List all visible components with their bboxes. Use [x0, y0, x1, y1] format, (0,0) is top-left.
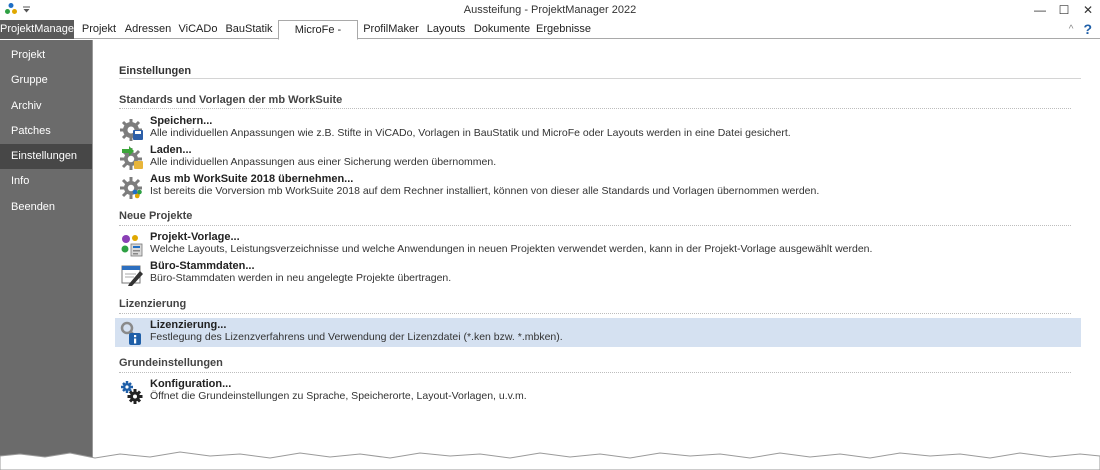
sidebar-item-projekt[interactable]: Projekt — [0, 43, 92, 68]
entry-description: Ist bereits die Vorversion mb WorkSuite … — [150, 185, 820, 197]
tab-microfe-eurosta[interactable]: MicroFe - EuroSta — [278, 20, 358, 54]
tab-vicado[interactable]: ViCADo — [176, 20, 220, 39]
sidebar-item-einstellungen[interactable]: Einstellungen — [0, 144, 92, 170]
page-title: Einstellungen — [119, 65, 192, 77]
window-title: Aussteifung - ProjektManager 2022 — [463, 4, 637, 16]
ribbon-tab-bar: ProjektManager Projekt Adressen ViCADo B… — [0, 20, 1100, 54]
save-gear-icon — [120, 119, 143, 141]
office-data-icon — [121, 265, 143, 286]
entry-projekt-vorlage[interactable]: Projekt-Vorlage... Welche Layouts, Leist… — [115, 230, 1081, 259]
section-heading-standards: Standards und Vorlagen der mb WorkSuite — [119, 94, 343, 106]
entry-description: Büro-Stammdaten werden in neu angelegte … — [150, 272, 452, 284]
entry-title: Büro-Stammdaten... — [150, 260, 255, 272]
minimize-button[interactable]: — — [1028, 0, 1052, 20]
section-divider — [119, 225, 1071, 226]
configuration-gears-icon — [121, 381, 143, 404]
tab-layouts[interactable]: Layouts — [424, 20, 468, 39]
section-divider — [119, 313, 1071, 314]
entry-title: Laden... — [150, 144, 192, 156]
license-key-icon — [120, 321, 141, 345]
tab-baustatik[interactable]: BauStatik — [224, 20, 274, 39]
close-button[interactable]: ✕ — [1076, 0, 1100, 20]
section-heading-grundeinstellungen: Grundeinstellungen — [119, 357, 223, 369]
sidebar-item-info[interactable]: Info — [0, 169, 92, 194]
sidebar-item-archiv[interactable]: Archiv — [0, 94, 92, 119]
tab-adressen[interactable]: Adressen — [124, 20, 172, 39]
section-divider — [119, 108, 1071, 109]
ribbon-right-controls: ^ ? — [1069, 21, 1092, 37]
title-bar: Aussteifung - ProjektManager 2022 — ☐ ✕ — [0, 0, 1100, 20]
entry-lizenzierung[interactable]: Lizenzierung... Festlegung des Lizenzver… — [115, 318, 1081, 347]
maximize-button[interactable]: ☐ — [1052, 0, 1076, 20]
settings-content: Einstellungen Standards und Vorlagen der… — [92, 40, 1100, 470]
sidebar-item-patches[interactable]: Patches — [0, 119, 92, 144]
tab-ergebnisse[interactable]: Ergebnisse — [536, 20, 591, 39]
project-template-icon — [121, 235, 143, 257]
entry-laden[interactable]: Laden... Alle individuellen Anpassungen … — [115, 143, 1081, 172]
tab-projekt[interactable]: Projekt — [78, 20, 120, 39]
torn-edge-decoration — [0, 451, 1100, 470]
entry-title: Lizenzierung... — [150, 319, 227, 331]
entry-speichern[interactable]: Speichern... Alle individuellen Anpassun… — [115, 114, 1081, 143]
entry-aus-worksuite-2018[interactable]: Aus mb WorkSuite 2018 übernehmen... Ist … — [115, 172, 1081, 201]
section-heading-lizenzierung: Lizenzierung — [119, 298, 187, 310]
entry-description: Alle individuellen Anpassungen wie z.B. … — [150, 127, 791, 139]
entry-description: Alle individuellen Anpassungen aus einer… — [150, 156, 497, 168]
entry-title: Konfiguration... — [150, 378, 232, 390]
entry-title: Aus mb WorkSuite 2018 übernehmen... — [150, 173, 354, 185]
window-controls: — ☐ ✕ — [1028, 0, 1100, 20]
entry-description: Öffnet die Grundeinstellungen zu Sprache… — [150, 390, 527, 402]
tab-projektmanager-app[interactable]: ProjektManager — [0, 20, 78, 39]
entry-description: Festlegung des Lizenzverfahrens und Verw… — [150, 331, 563, 343]
backstage-sidebar: Projekt Gruppe Archiv Patches Einstellun… — [0, 40, 92, 470]
entry-title: Speichern... — [150, 115, 213, 127]
load-gear-icon — [120, 146, 143, 170]
section-heading-neue-projekte: Neue Projekte — [119, 210, 193, 222]
collapse-ribbon-icon[interactable]: ^ — [1069, 24, 1074, 35]
sidebar-item-gruppe[interactable]: Gruppe — [0, 68, 92, 93]
title-divider — [119, 78, 1081, 79]
tab-dokumente[interactable]: Dokumente — [472, 20, 532, 39]
section-divider — [119, 372, 1071, 373]
entry-title: Projekt-Vorlage... — [150, 231, 240, 243]
sidebar-item-beenden[interactable]: Beenden — [0, 195, 92, 220]
entry-buero-stammdaten[interactable]: Büro-Stammdaten... Büro-Stammdaten werde… — [115, 259, 1081, 288]
help-icon[interactable]: ? — [1083, 21, 1092, 37]
entry-konfiguration[interactable]: Konfiguration... Öffnet die Grundeinstel… — [115, 377, 1081, 406]
entry-description: Welche Layouts, Leistungsverzeichnisse u… — [150, 243, 873, 255]
import-gear-icon — [120, 177, 142, 199]
tab-profilmaker[interactable]: ProfilMaker — [362, 20, 420, 39]
